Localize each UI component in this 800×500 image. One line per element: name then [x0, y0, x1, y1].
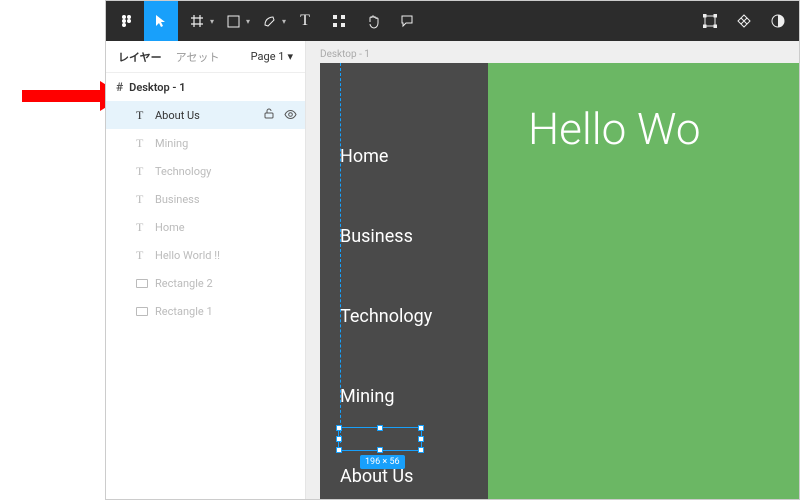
rect-layer-icon — [136, 279, 148, 288]
text-layer-icon: T — [136, 108, 148, 123]
mask-tool[interactable] — [761, 1, 795, 41]
tab-layers[interactable]: レイヤー — [118, 49, 162, 65]
pen-icon — [262, 14, 276, 28]
canvas-frame-label[interactable]: Desktop - 1 — [320, 49, 370, 60]
page-label: Page 1 — [251, 50, 285, 63]
layers-panel: レイヤー アセット Page 1▾ # Desktop - 1 T About … — [106, 41, 306, 499]
text-layer-icon: T — [136, 220, 148, 235]
component-icon — [737, 14, 751, 28]
canvas[interactable]: Desktop - 1 Home Business Technology Min… — [306, 41, 799, 499]
frame-tool[interactable] — [180, 1, 214, 41]
layer-technology[interactable]: T Technology — [106, 157, 305, 185]
text-layer-icon: T — [136, 136, 148, 151]
text-layer-icon: T — [136, 248, 148, 263]
move-tool[interactable] — [144, 1, 178, 41]
tab-assets[interactable]: アセット — [176, 49, 220, 65]
layer-label: Business — [155, 193, 297, 206]
frame-icon: # — [116, 80, 123, 94]
chevron-down-icon: ▾ — [287, 50, 293, 63]
text-layer-icon: T — [136, 192, 148, 207]
layer-hello-world[interactable]: T Hello World !! — [106, 241, 305, 269]
panel-tabs: レイヤー アセット Page 1▾ — [106, 41, 305, 73]
hand-icon — [366, 14, 381, 29]
layer-label: Home — [155, 221, 297, 234]
design-hero[interactable]: Hello Wo — [488, 63, 799, 499]
rect-layer-icon — [136, 307, 148, 316]
layer-label: Hello World !! — [155, 249, 297, 262]
layer-list: T About Us T Mining T Technology T Business… — [106, 101, 305, 499]
selection-dimensions-badge: 196 × 56 — [360, 455, 405, 469]
text-layer-icon: T — [136, 164, 148, 179]
hero-text: Hello Wo — [528, 103, 701, 155]
layer-label: Rectangle 2 — [155, 277, 297, 290]
nav-business[interactable]: Business — [340, 221, 468, 251]
layer-label: About Us — [155, 109, 255, 122]
nav-technology[interactable]: Technology — [340, 301, 468, 331]
comment-icon — [400, 14, 414, 28]
shape-tool[interactable] — [216, 1, 250, 41]
text-tool[interactable]: T — [288, 1, 322, 41]
layer-label: Technology — [155, 165, 297, 178]
layer-label: Mining — [155, 137, 297, 150]
comment-tool[interactable] — [390, 1, 424, 41]
pen-tool[interactable] — [252, 1, 286, 41]
layer-label: Rectangle 1 — [155, 305, 297, 318]
detach-tool[interactable] — [693, 1, 727, 41]
resources-icon — [332, 14, 346, 28]
layer-about-us[interactable]: T About Us — [106, 101, 305, 129]
component-tool[interactable] — [727, 1, 761, 41]
layer-rectangle-2[interactable]: Rectangle 2 — [106, 269, 305, 297]
frame-row[interactable]: # Desktop - 1 — [106, 73, 305, 101]
top-toolbar: ▾ ▾ ▾ ▾ T — [106, 1, 799, 41]
mask-icon — [771, 14, 785, 28]
alignment-guide — [340, 63, 341, 443]
rectangle-icon — [227, 15, 240, 28]
text-icon: T — [300, 12, 310, 30]
nav-mining[interactable]: Mining — [340, 381, 468, 411]
layer-business[interactable]: T Business — [106, 185, 305, 213]
unlock-icon[interactable] — [262, 108, 276, 122]
figma-logo-icon — [120, 14, 134, 28]
frame-icon — [190, 14, 204, 28]
annotation-arrow-top — [22, 90, 102, 102]
layer-rectangle-1[interactable]: Rectangle 1 — [106, 297, 305, 325]
frame-name: Desktop - 1 — [129, 81, 185, 94]
visibility-icon[interactable] — [283, 109, 297, 122]
selection-outline[interactable] — [338, 427, 422, 451]
hand-tool[interactable] — [356, 1, 390, 41]
layer-mining[interactable]: T Mining — [106, 129, 305, 157]
page-selector[interactable]: Page 1▾ — [251, 50, 293, 63]
figma-window: ▾ ▾ ▾ ▾ T — [105, 0, 800, 500]
resources-tool[interactable] — [322, 1, 356, 41]
main-menu-button[interactable] — [110, 1, 144, 41]
layer-home[interactable]: T Home — [106, 213, 305, 241]
bounding-box-icon — [703, 14, 717, 28]
nav-home[interactable]: Home — [340, 141, 468, 171]
cursor-icon — [154, 14, 168, 28]
